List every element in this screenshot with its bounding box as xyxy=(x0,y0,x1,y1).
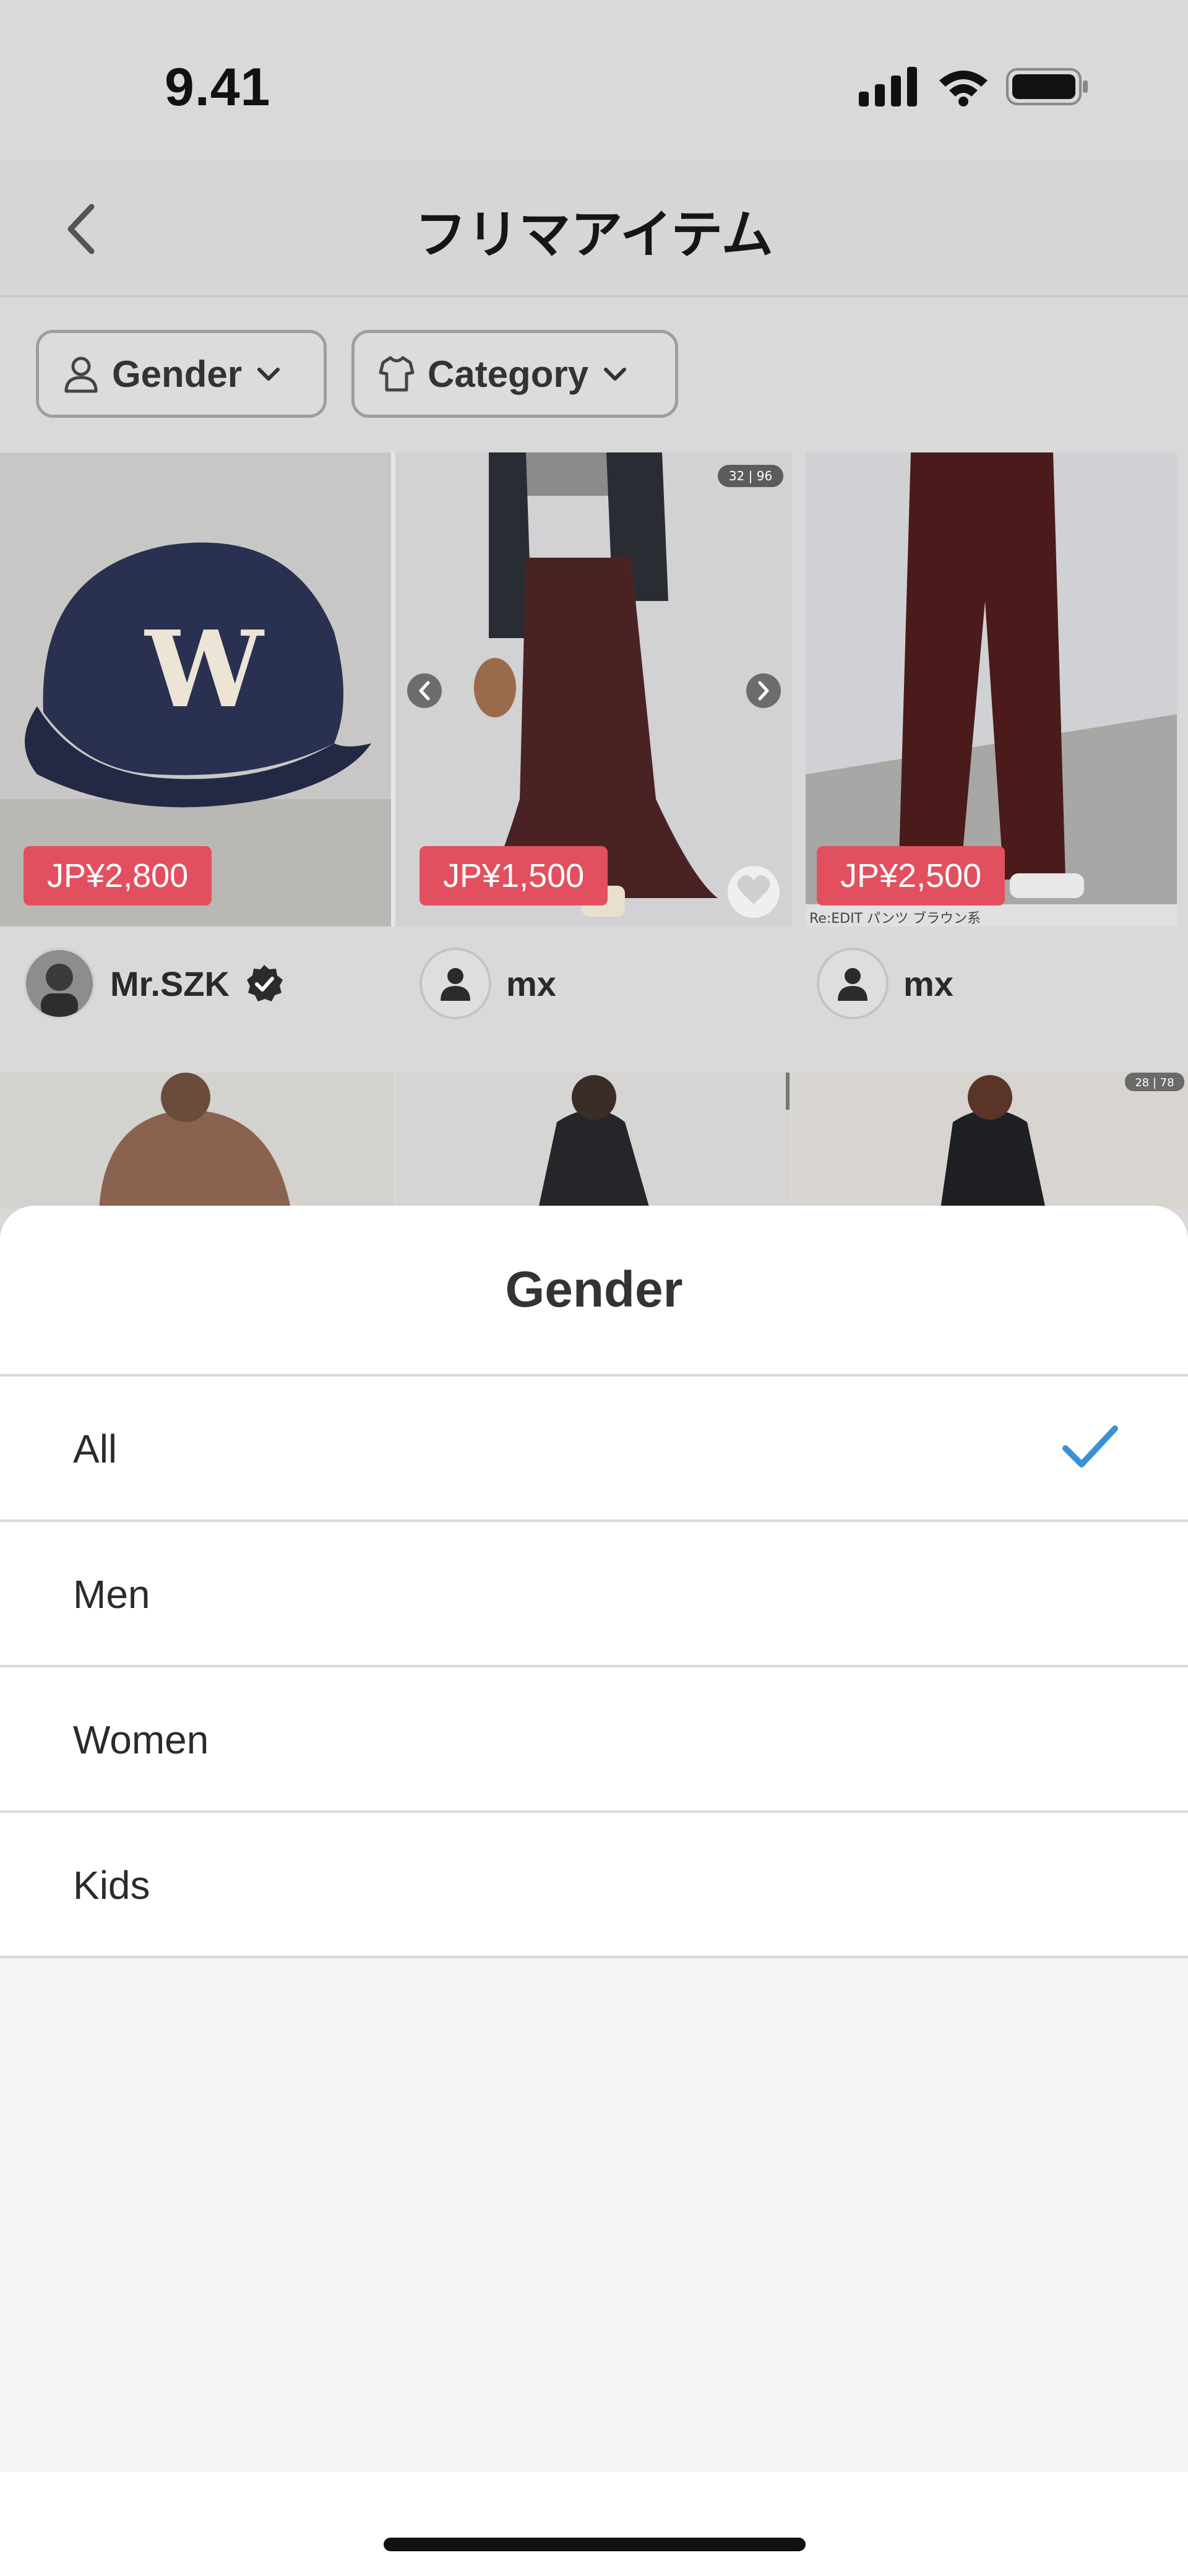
seller-info[interactable]: Mr.SZK xyxy=(24,948,284,1019)
option-label: Kids xyxy=(73,1863,150,1908)
seller-name: Mr.SZK xyxy=(110,964,230,1003)
chevron-down-icon xyxy=(257,368,280,381)
avatar xyxy=(24,948,95,1019)
filter-bar: Gender Category xyxy=(0,299,1188,452)
gender-option-kids[interactable]: Kids xyxy=(0,1813,1188,1958)
avatar xyxy=(817,948,889,1019)
carousel-prev-button[interactable] xyxy=(407,673,442,708)
price-badge: JP¥1,500 xyxy=(420,846,608,905)
signal-icon xyxy=(859,67,917,106)
verified-badge-icon xyxy=(246,965,283,1001)
person-silhouette-icon xyxy=(838,968,867,1001)
seller-info[interactable]: mx xyxy=(420,948,556,1019)
seller-name: mx xyxy=(903,964,953,1003)
gender-filter-label: Gender xyxy=(112,353,243,395)
avatar xyxy=(420,948,491,1019)
person-icon xyxy=(64,357,98,393)
checkmark-icon xyxy=(1062,1425,1118,1467)
status-icons xyxy=(859,67,1089,106)
image-counter: 28 | 78 xyxy=(1135,1076,1174,1089)
seller-name: mx xyxy=(506,964,556,1003)
page-title: フリマアイテム xyxy=(415,205,773,264)
navigation-header: フリマアイテム xyxy=(0,161,1188,297)
sheet-header: Gender xyxy=(0,1206,1188,1377)
home-indicator[interactable] xyxy=(384,2538,806,2551)
sheet-title: Gender xyxy=(505,1261,683,1318)
price-badge: JP¥2,500 xyxy=(817,846,1005,905)
chevron-down-icon xyxy=(604,368,627,381)
status-time: 9.41 xyxy=(165,58,271,117)
person-silhouette-icon xyxy=(441,968,470,1001)
category-filter-label: Category xyxy=(428,353,589,395)
gender-option-all[interactable]: All xyxy=(0,1377,1188,1522)
price-badge: JP¥2,800 xyxy=(24,846,212,905)
category-filter-button[interactable]: Category xyxy=(351,330,678,418)
battery-icon xyxy=(1006,68,1088,105)
gender-bottom-sheet: Gender All Men Women Kids xyxy=(0,1206,1188,2576)
option-label: Men xyxy=(73,1572,150,1617)
carousel-next-button[interactable] xyxy=(746,673,781,708)
product-grid-row-2: 28 | 78 xyxy=(0,1073,1188,1209)
shirt-icon xyxy=(379,356,415,392)
svg-text:W: W xyxy=(144,608,265,732)
row-2-images: 28 | 78 xyxy=(0,1073,1188,1209)
gender-option-men[interactable]: Men xyxy=(0,1522,1188,1667)
gender-option-women[interactable]: Women xyxy=(0,1667,1188,1813)
bottom-safe-area xyxy=(0,2472,1188,2576)
product-caption: Re:EDIT パンツ ブラウン系 xyxy=(809,911,981,927)
wifi-icon xyxy=(939,71,988,106)
seller-info[interactable]: mx xyxy=(817,948,953,1019)
gender-filter-button[interactable]: Gender xyxy=(36,330,327,418)
status-bar: 9.41 xyxy=(0,0,1188,161)
option-label: All xyxy=(73,1427,118,1471)
option-label: Women xyxy=(73,1718,209,1762)
image-counter: 32 | 96 xyxy=(729,469,772,483)
